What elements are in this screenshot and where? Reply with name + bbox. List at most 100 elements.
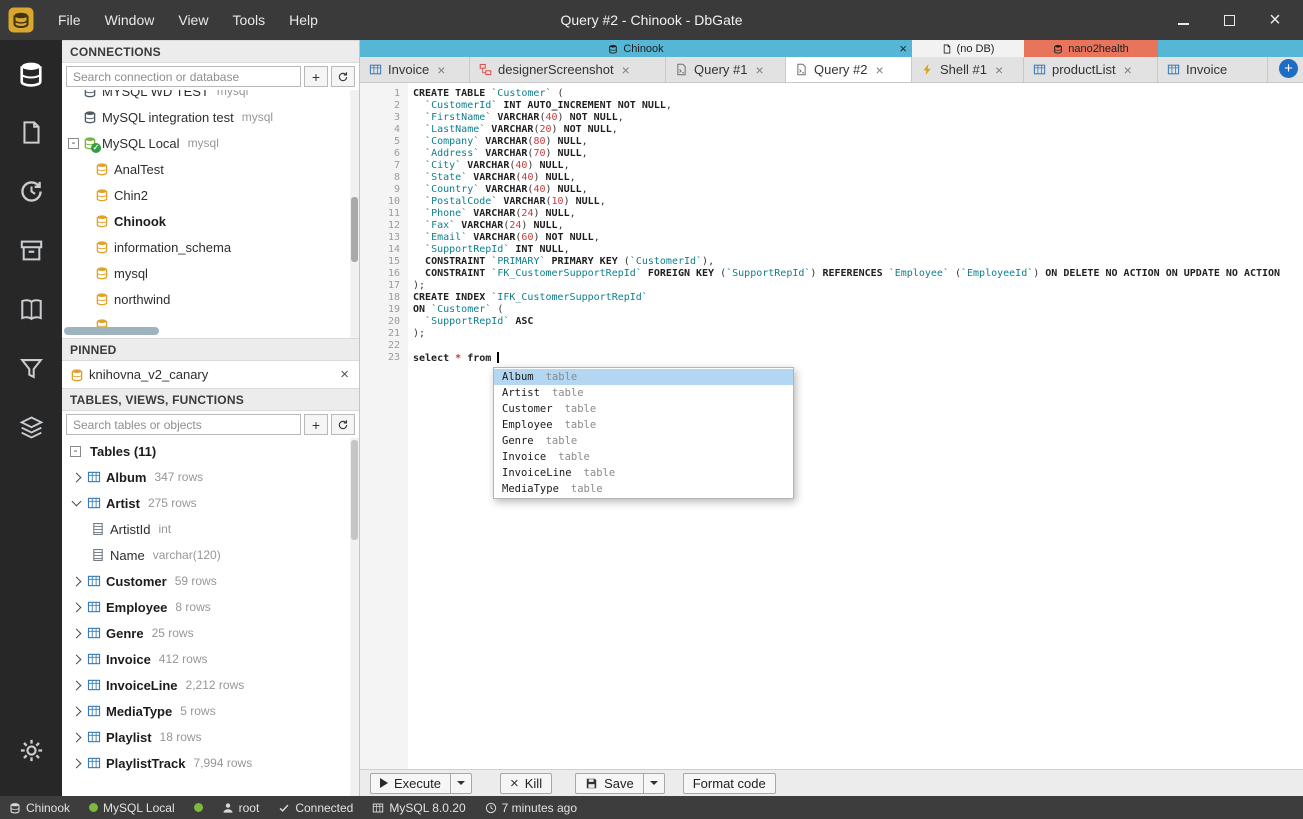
tab-query-1[interactable]: Query #1 × — [666, 57, 786, 82]
autocomplete-item-customer[interactable]: Customer table — [494, 401, 793, 417]
activity-archive-icon[interactable] — [0, 221, 62, 280]
close-tab-icon[interactable]: × — [622, 62, 630, 78]
chevron-right-icon[interactable] — [71, 472, 82, 482]
add-connection-button[interactable]: + — [304, 66, 328, 87]
chevron-right-icon[interactable] — [71, 602, 82, 612]
unpin-icon[interactable]: × — [340, 366, 349, 383]
chevron-right-icon[interactable] — [71, 576, 82, 586]
tab-shell-1[interactable]: Shell #1 × — [912, 57, 1024, 82]
connection-item[interactable]: MYSQL WD TEST mysql — [62, 90, 359, 104]
close-tab-icon[interactable]: × — [755, 62, 763, 78]
tab-invoice-partial[interactable]: Invoice — [1158, 57, 1268, 82]
autocomplete-item-genre[interactable]: Genre table — [494, 433, 793, 449]
tab-productlist[interactable]: productList × — [1024, 57, 1158, 82]
chevron-right-icon[interactable] — [71, 680, 82, 690]
tab-query-2[interactable]: Query #2 × — [786, 57, 912, 82]
autocomplete-item-album[interactable]: Album table — [494, 369, 793, 385]
database-item[interactable]: Chinook — [62, 208, 359, 234]
line-number: 23 — [387, 352, 400, 363]
tab-designerscreenshot[interactable]: designerScreenshot × — [470, 57, 666, 82]
format-code-button[interactable]: Format code — [682, 772, 776, 794]
chevron-down-icon[interactable] — [71, 496, 82, 506]
table-item[interactable]: Artist 275 rows — [62, 490, 359, 516]
close-group-icon[interactable]: × — [899, 40, 907, 57]
tables-group-row[interactable]: - Tables (11) — [62, 438, 359, 464]
table-item[interactable]: Customer 59 rows — [62, 568, 359, 594]
autocomplete-item-invoice[interactable]: Invoice table — [494, 449, 793, 465]
execute-button[interactable]: Execute — [370, 772, 451, 794]
column-item[interactable]: ArtistId int — [62, 516, 359, 542]
minimize-button[interactable] — [1173, 10, 1193, 30]
pinned-item[interactable]: knihovna_v2_canary × — [62, 361, 359, 388]
database-item[interactable]: Chin2 — [62, 182, 359, 208]
tables-refresh-button[interactable] — [331, 414, 355, 435]
close-tab-icon[interactable]: × — [437, 62, 445, 78]
statusbar-connection[interactable]: MySQL Local — [89, 801, 175, 815]
maximize-button[interactable] — [1219, 10, 1239, 30]
save-button[interactable]: Save — [575, 772, 644, 794]
database-item[interactable]: AnalTest — [62, 156, 359, 182]
scrollbar-thumb[interactable] — [351, 197, 358, 262]
close-window-button[interactable]: × — [1265, 10, 1285, 30]
tables-add-button[interactable]: + — [304, 414, 328, 435]
chevron-right-icon[interactable] — [71, 732, 82, 742]
table-item[interactable]: PlaylistTrack 7,994 rows — [62, 750, 359, 776]
tab-group-no-db[interactable]: (no DB) — [912, 40, 1024, 57]
table-item[interactable]: Album 347 rows — [62, 464, 359, 490]
chevron-right-icon[interactable] — [71, 654, 82, 664]
kill-button[interactable]: × Kill — [499, 772, 553, 794]
autocomplete-item-employee[interactable]: Employee table — [494, 417, 793, 433]
connections-vertical-scrollbar[interactable] — [350, 90, 359, 338]
activity-filter-icon[interactable] — [0, 339, 62, 398]
activity-settings-icon[interactable] — [0, 721, 62, 780]
menu-view[interactable]: View — [166, 12, 220, 28]
database-item[interactable]: northwind — [62, 286, 359, 312]
menu-window[interactable]: Window — [93, 12, 167, 28]
column-item[interactable]: Name varchar(120) — [62, 542, 359, 568]
sql-editor[interactable]: 1 2 3 4 5 6 7 8 9 10 11 12 13 14 15 16 17 18 19 20 21 22 23 CR… — [360, 83, 1303, 769]
tab-group-nano2health[interactable]: nano2health — [1024, 40, 1158, 57]
close-tab-icon[interactable]: × — [1124, 62, 1132, 78]
statusbar-database[interactable]: Chinook — [9, 801, 70, 815]
chevron-right-icon[interactable] — [71, 706, 82, 716]
tab-invoice[interactable]: Invoice × — [360, 57, 470, 82]
table-item[interactable]: Genre 25 rows — [62, 620, 359, 646]
activity-layers-icon[interactable] — [0, 398, 62, 457]
scrollbar-thumb[interactable] — [351, 440, 358, 540]
autocomplete-item-artist[interactable]: Artist table — [494, 385, 793, 401]
collapse-expander-icon[interactable]: - — [70, 445, 81, 457]
table-item[interactable]: InvoiceLine 2,212 rows — [62, 672, 359, 698]
database-item[interactable]: mysql — [62, 260, 359, 286]
save-dropdown-button[interactable] — [643, 772, 665, 794]
refresh-connections-button[interactable] — [331, 66, 355, 87]
connections-horizontal-scrollbar[interactable] — [64, 327, 159, 335]
chevron-right-icon[interactable] — [71, 628, 82, 638]
autocomplete-item-mediatype[interactable]: MediaType table — [494, 481, 793, 497]
activity-history-icon[interactable] — [0, 162, 62, 221]
close-tab-icon[interactable]: × — [875, 62, 883, 78]
database-item[interactable]: information_schema — [62, 234, 359, 260]
table-item[interactable]: Employee 8 rows — [62, 594, 359, 620]
table-item[interactable]: MediaType 5 rows — [62, 698, 359, 724]
table-item[interactable]: Invoice 412 rows — [62, 646, 359, 672]
menu-help[interactable]: Help — [277, 12, 330, 28]
connections-search-input[interactable] — [66, 66, 301, 87]
connection-item[interactable]: MySQL integration test mysql — [62, 104, 359, 130]
tables-search-input[interactable] — [66, 414, 301, 435]
tables-vertical-scrollbar[interactable] — [350, 438, 359, 796]
menu-tools[interactable]: Tools — [220, 12, 277, 28]
line-number: 19 — [387, 304, 400, 315]
connection-item[interactable]: - ✓ MySQL Local mysql — [62, 130, 359, 156]
new-tab-button[interactable]: + — [1279, 59, 1298, 78]
collapse-expander-icon[interactable]: - — [68, 137, 79, 149]
table-item[interactable]: Playlist 18 rows — [62, 724, 359, 750]
menu-file[interactable]: File — [46, 12, 93, 28]
execute-dropdown-button[interactable] — [450, 772, 472, 794]
tab-group-chinook[interactable]: Chinook × — [360, 40, 912, 57]
activity-dbgate-icon[interactable] — [0, 44, 62, 103]
activity-file-icon[interactable] — [0, 103, 62, 162]
activity-book-icon[interactable] — [0, 280, 62, 339]
autocomplete-item-invoiceline[interactable]: InvoiceLine table — [494, 465, 793, 481]
close-tab-icon[interactable]: × — [995, 62, 1003, 78]
chevron-right-icon[interactable] — [71, 758, 82, 768]
